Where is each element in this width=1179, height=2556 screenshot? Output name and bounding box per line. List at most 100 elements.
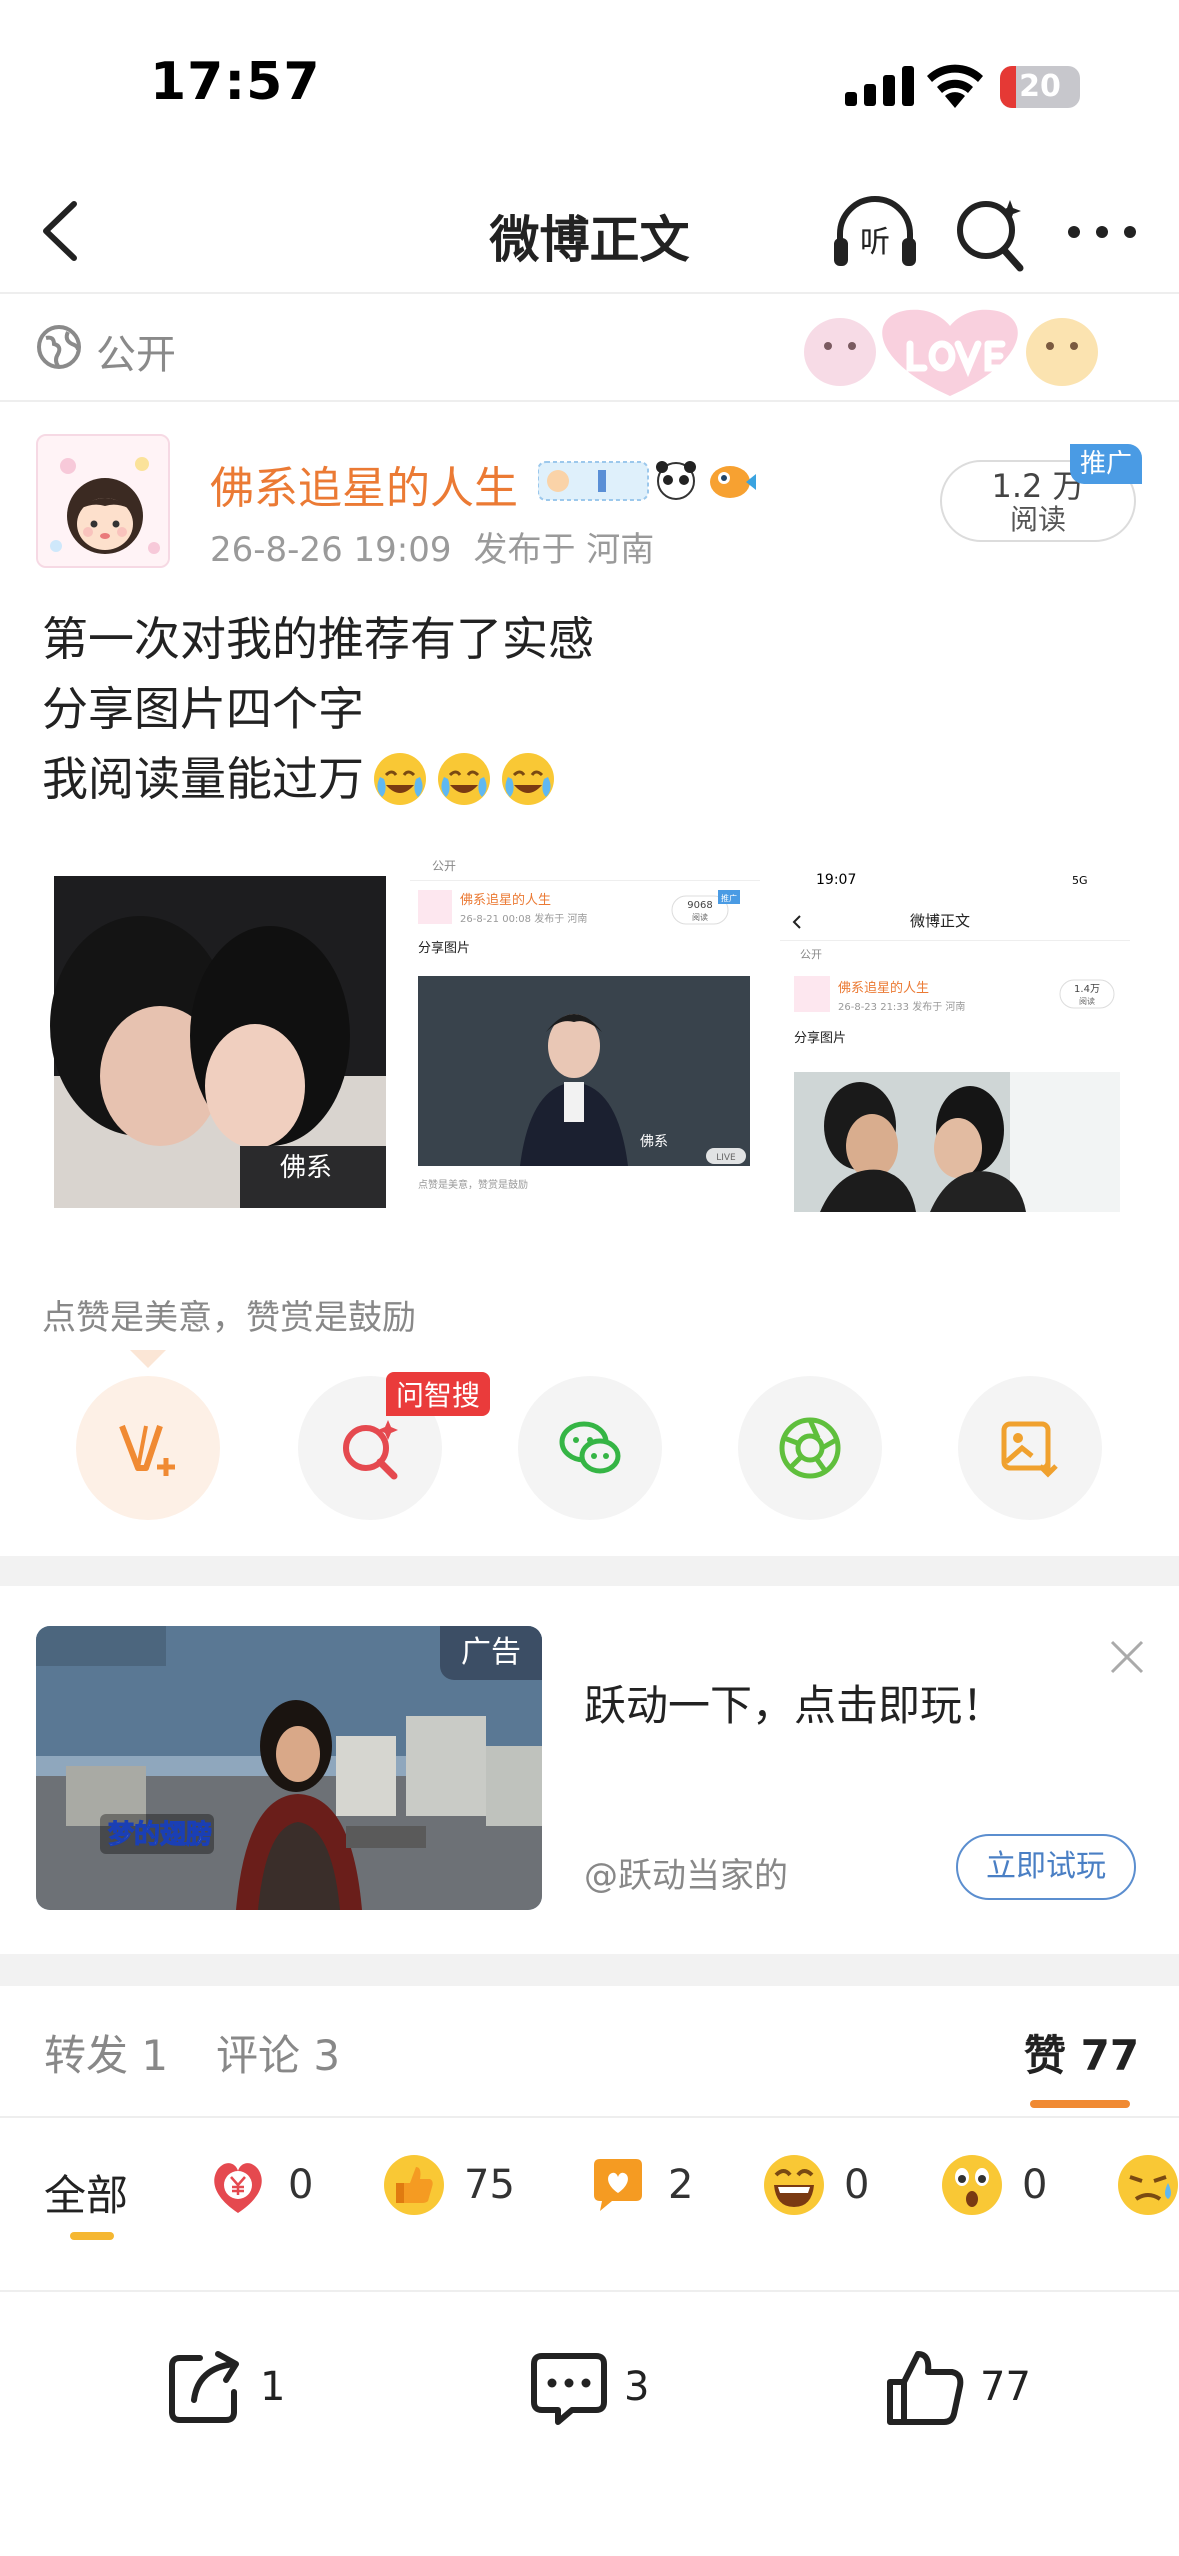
reward-pointer — [130, 1350, 166, 1368]
globe-icon — [37, 325, 81, 369]
reward-hint: 点赞是美意，赞赏是鼓励 — [42, 1298, 416, 1338]
crying-laugh-emoji-icon — [502, 753, 554, 805]
image-3-reads-label: 阅读 — [1079, 996, 1095, 1006]
screenshot-thumbnail: 公开 佛系追星的人生 26-8-21 00:08 发布于 河南 9068 阅读 … — [410, 846, 760, 1226]
post-date: 26-8-26 19:09 — [210, 530, 452, 570]
repost-count: 1 — [260, 2364, 286, 2410]
ad-card[interactable]: 梦的翅膀 广告 跃动一下，点击即玩！ @跃动当家的 立即试玩 — [0, 1586, 1179, 1954]
tab-comment[interactable]: 评论 3 — [216, 2022, 340, 2083]
sweat-face-icon — [1118, 2155, 1178, 2215]
more-options-icon[interactable] — [1062, 210, 1142, 254]
repost-button[interactable]: 1 — [164, 2332, 285, 2442]
thumbs-up-icon — [384, 2155, 444, 2215]
listen-headphones-icon[interactable]: 听 — [830, 190, 920, 274]
thumbs-up-outline-icon — [887, 2351, 964, 2425]
reaction-count: 0 — [288, 2162, 314, 2208]
reaction-filter-all[interactable]: 全部 — [44, 2162, 128, 2223]
reaction-filter-surprise[interactable]: 0 — [940, 2150, 1047, 2220]
comment-icon — [531, 2353, 607, 2425]
reaction-filter-sweat[interactable] — [1116, 2150, 1179, 2220]
image-2-reads-label: 阅读 — [692, 912, 708, 922]
post-location: 发布于 河南 — [473, 530, 655, 570]
post-meta: 26-8-26 19:09 发布于 河南 — [210, 522, 676, 571]
reaction-count: 2 — [668, 2162, 694, 2208]
search-icon[interactable] — [950, 190, 1030, 274]
author-name[interactable]: 佛系追星的人生 — [210, 452, 518, 516]
ad-account[interactable]: @跃动当家的 — [584, 1848, 788, 1897]
ad-label: 广告 — [440, 1626, 542, 1680]
ad-image-caption: 梦的翅膀 — [108, 1819, 212, 1850]
tab-repost[interactable]: 转发 1 — [44, 2022, 168, 2083]
repost-icon — [169, 2351, 239, 2423]
heart-bubble-icon — [594, 2159, 642, 2211]
avatar[interactable] — [36, 434, 170, 568]
promotion-tag: 推广 — [1070, 444, 1142, 484]
image-2-visibility: 公开 — [432, 859, 456, 873]
try-now-button[interactable]: 立即试玩 — [956, 1834, 1136, 1900]
like-button[interactable]: 77 — [884, 2332, 1031, 2442]
wifi-icon — [927, 64, 983, 108]
post-text: 第一次对我的推荐有了实感 分享图片四个字 我阅读量能过万 — [42, 604, 594, 814]
post-image-3[interactable]: 19:07 5G 微博正文 公开 佛系追星的人生 26-8-23 21:33 发… — [780, 846, 1130, 1226]
laughing-icon — [764, 2155, 824, 2215]
share-moments-button[interactable] — [738, 1376, 882, 1520]
image-3-meta: 26-8-23 21:33 发布于 河南 — [838, 1000, 965, 1013]
section-divider — [0, 1556, 1179, 1586]
comment-count: 3 — [624, 2364, 650, 2410]
post-line-1: 第一次对我的推荐有了实感 — [42, 612, 594, 666]
user-badges — [538, 461, 756, 501]
post-image-1[interactable]: 佛系 — [40, 846, 390, 1226]
reaction-count: 0 — [844, 2162, 870, 2208]
close-icon[interactable] — [1108, 1638, 1146, 1676]
reaction-filter-indicator — [70, 2232, 114, 2240]
reaction-filter-laugh[interactable]: 0 — [762, 2150, 869, 2220]
section-divider — [0, 1954, 1179, 1986]
image-2-reads: 9068 — [687, 900, 712, 911]
cellular-signal-icon — [845, 66, 914, 106]
image-3-author: 佛系追星的人生 — [838, 980, 929, 996]
image-3-time: 19:07 — [816, 872, 856, 888]
love-sticker-decoration — [804, 309, 1098, 396]
save-image-button[interactable] — [958, 1376, 1102, 1520]
screenshot-thumbnail: 19:07 5G 微博正文 公开 佛系追星的人生 26-8-23 21:33 发… — [780, 846, 1130, 1226]
read-label: 阅读 — [1009, 503, 1066, 536]
image-3-network: 5G — [1072, 874, 1088, 887]
image-3-visibility: 公开 — [800, 948, 822, 961]
moments-aperture-icon — [779, 1417, 841, 1479]
tab-like[interactable]: 赞 77 — [1024, 2022, 1139, 2083]
reaction-filter-row: 全部 0 75 2 0 0 — [0, 2118, 1179, 2288]
bottom-action-bar: 1 3 77 — [0, 2292, 1179, 2556]
image-1-watermark: 佛系 — [280, 1153, 332, 1183]
reaction-count: 75 — [464, 2162, 515, 2208]
reaction-filter-reward[interactable]: 0 — [206, 2150, 313, 2220]
listen-icon-text: 听 — [860, 225, 890, 260]
reward-yuan-icon — [214, 2163, 262, 2213]
status-time: 17:57 — [150, 52, 321, 112]
ad-title[interactable]: 跃动一下，点击即玩！ — [584, 1672, 1004, 1733]
image-3-text: 分享图片 — [794, 1030, 846, 1046]
share-wechat-button[interactable] — [518, 1376, 662, 1520]
visibility-row: 公开 — [0, 296, 1179, 402]
reaction-filter-heart[interactable]: 2 — [586, 2150, 693, 2220]
reaction-filter-like[interactable]: 75 — [382, 2150, 515, 2220]
share-actions-row — [0, 1376, 1179, 1526]
reward-button[interactable] — [76, 1376, 220, 1520]
image-2-meta: 26-8-21 00:08 发布于 河南 — [460, 912, 587, 925]
battery-tip — [1074, 78, 1080, 96]
post-image-2[interactable]: 公开 佛系追星的人生 26-8-21 00:08 发布于 河南 9068 阅读 … — [410, 846, 760, 1226]
visibility-label: 公开 — [96, 332, 176, 378]
save-image-icon — [1001, 1421, 1058, 1478]
crying-laugh-emoji-icon — [374, 753, 426, 805]
avatar-cartoon-girl — [38, 436, 168, 566]
battery-level: 20 — [1019, 69, 1061, 104]
like-count: 77 — [980, 2364, 1031, 2410]
ai-search-tag: 问智搜 — [386, 1372, 491, 1416]
comment-button[interactable]: 3 — [528, 2332, 649, 2442]
image-2-author: 佛系追星的人生 — [460, 892, 551, 908]
image-2-watermark: 佛系 — [640, 1134, 668, 1150]
wechat-icon — [559, 1421, 621, 1474]
post-line-2: 分享图片四个字 — [42, 682, 364, 736]
reaction-count: 0 — [1022, 2162, 1048, 2208]
status-bar: 17:57 20 — [0, 0, 1179, 170]
photo-two-people: 佛系 — [40, 846, 390, 1226]
